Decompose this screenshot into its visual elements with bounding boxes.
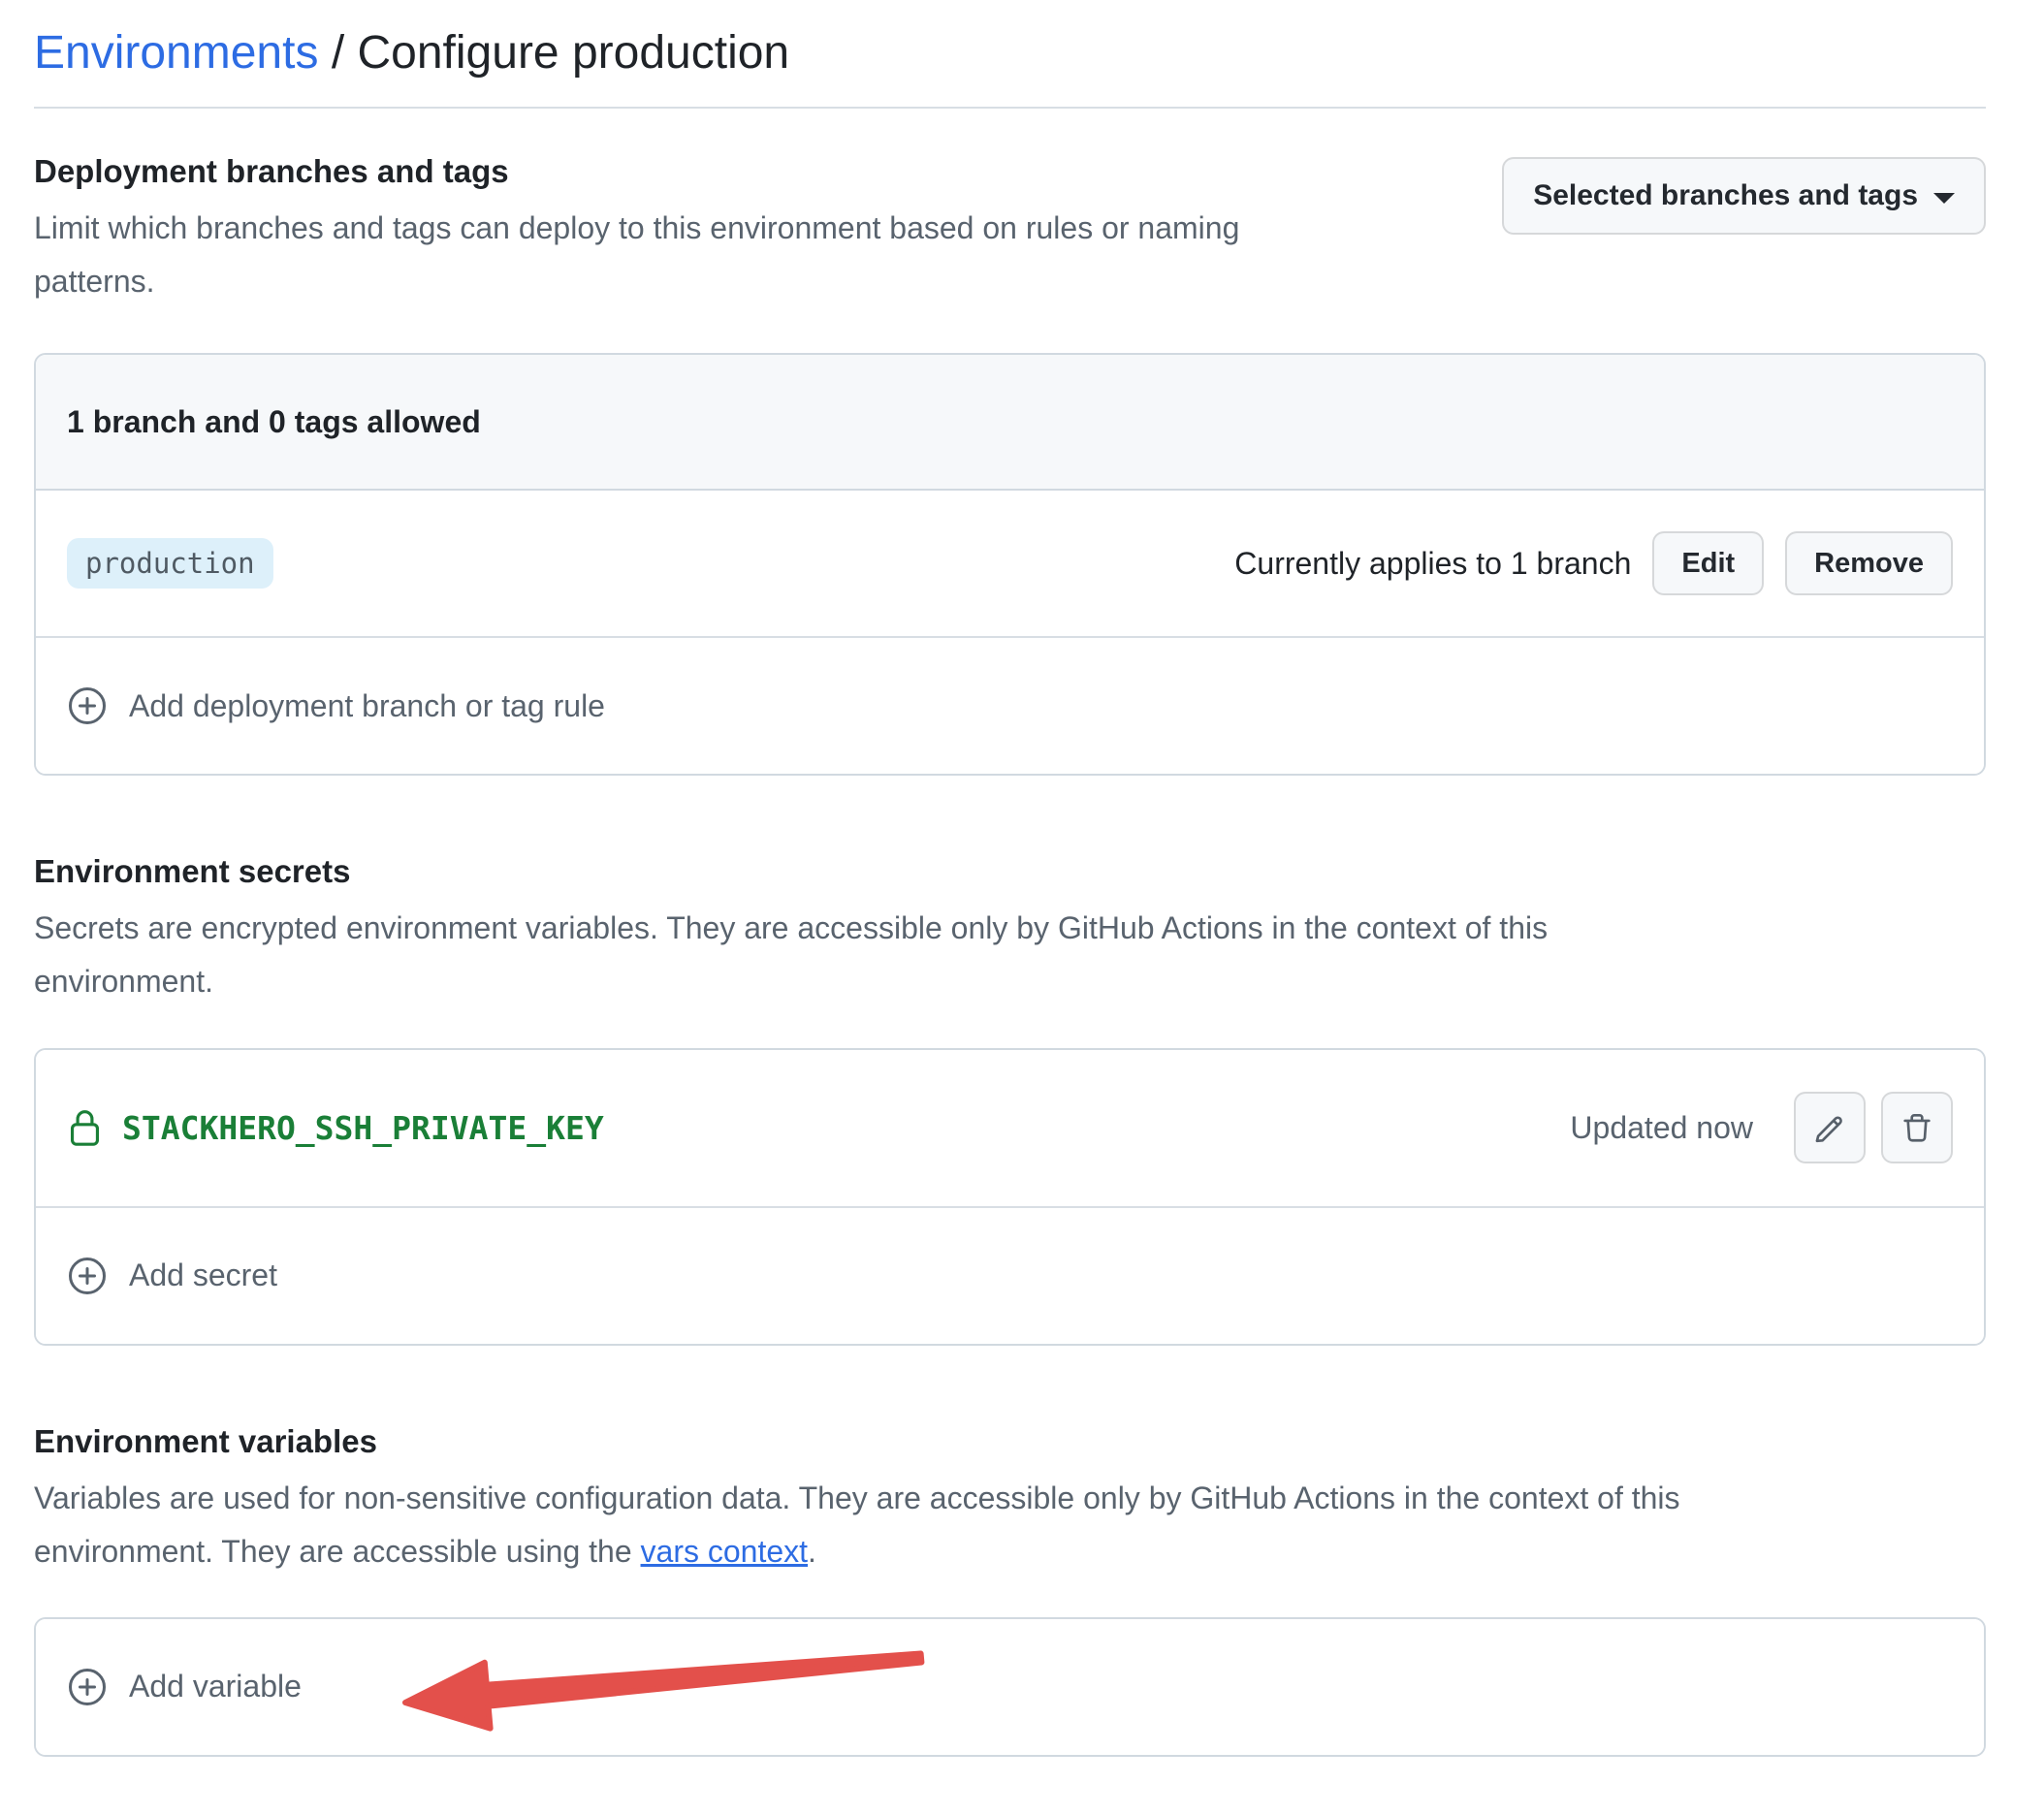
variables-box: Add variable — [34, 1617, 1986, 1757]
add-variable-row: Add variable — [36, 1619, 1984, 1755]
branch-rules-box: 1 branch and 0 tags allowed production C… — [34, 353, 1986, 776]
lock-icon — [67, 1107, 103, 1149]
deployment-branches-section: Deployment branches and tags Limit which… — [34, 153, 1986, 776]
branch-rule-actions: Currently applies to 1 branch Edit Remov… — [1234, 531, 1953, 595]
branch-rules-summary: 1 branch and 0 tags allowed — [67, 404, 481, 440]
secrets-heading: Environment secrets — [34, 853, 1986, 890]
add-secret-label: Add secret — [129, 1258, 277, 1293]
environment-variables-section: Environment variables Variables are used… — [34, 1423, 1986, 1757]
title-separator: / — [332, 27, 344, 79]
plus-circle-icon — [67, 685, 108, 726]
add-secret-button[interactable]: Add secret — [67, 1256, 277, 1296]
deployment-head-text: Deployment branches and tags Limit which… — [34, 153, 1275, 308]
selected-branches-dropdown-label: Selected branches and tags — [1533, 179, 1918, 212]
page-container: Environments / Configure production Depl… — [0, 0, 2044, 1757]
selected-branches-dropdown[interactable]: Selected branches and tags — [1502, 157, 1986, 235]
add-deployment-rule-button[interactable]: Add deployment branch or tag rule — [67, 685, 605, 726]
title-divider — [34, 107, 1986, 109]
plus-circle-icon — [67, 1256, 108, 1296]
secret-row: STACKHERO_SSH_PRIVATE_KEY Updated now — [36, 1050, 1984, 1208]
variables-description: Variables are used for non-sensitive con… — [34, 1472, 1779, 1578]
edit-rule-button[interactable]: Edit — [1652, 531, 1764, 595]
environment-secrets-section: Environment secrets Secrets are encrypte… — [34, 853, 1986, 1345]
secret-actions: Updated now — [1570, 1092, 1953, 1163]
vars-context-link[interactable]: vars context — [641, 1534, 809, 1569]
triangle-down-icon — [1933, 193, 1955, 204]
secrets-box: STACKHERO_SSH_PRIVATE_KEY Updated now — [34, 1048, 1986, 1346]
variables-heading: Environment variables — [34, 1423, 1986, 1460]
secret-identity: STACKHERO_SSH_PRIVATE_KEY — [67, 1107, 604, 1149]
add-rule-row: Add deployment branch or tag rule — [36, 638, 1984, 774]
delete-secret-button[interactable] — [1881, 1092, 1953, 1163]
variables-description-period: . — [808, 1534, 816, 1569]
branch-name-badge: production — [67, 538, 273, 589]
secret-name: STACKHERO_SSH_PRIVATE_KEY — [122, 1109, 604, 1147]
page-title: Environments / Configure production — [34, 23, 1986, 83]
deployment-description: Limit which branches and tags can deploy… — [34, 202, 1275, 308]
deployment-heading: Deployment branches and tags — [34, 153, 1275, 190]
trash-icon — [1900, 1110, 1934, 1145]
rule-applies-text: Currently applies to 1 branch — [1234, 546, 1631, 582]
remove-rule-button[interactable]: Remove — [1785, 531, 1953, 595]
plus-circle-icon — [67, 1667, 108, 1707]
edit-secret-button[interactable] — [1794, 1092, 1866, 1163]
secrets-description: Secrets are encrypted environment variab… — [34, 902, 1731, 1008]
branch-rule-row: production Currently applies to 1 branch… — [36, 491, 1984, 638]
pencil-icon — [1811, 1109, 1848, 1146]
add-secret-row: Add secret — [36, 1208, 1984, 1344]
secret-updated-text: Updated now — [1570, 1110, 1753, 1146]
variables-description-text: Variables are used for non-sensitive con… — [34, 1481, 1680, 1569]
add-variable-label: Add variable — [129, 1669, 302, 1704]
add-variable-button[interactable]: Add variable — [67, 1667, 302, 1707]
branch-rules-box-header: 1 branch and 0 tags allowed — [36, 355, 1984, 491]
environments-breadcrumb-link[interactable]: Environments — [34, 27, 318, 79]
add-deployment-rule-label: Add deployment branch or tag rule — [129, 688, 605, 724]
title-current: Configure production — [358, 27, 790, 79]
